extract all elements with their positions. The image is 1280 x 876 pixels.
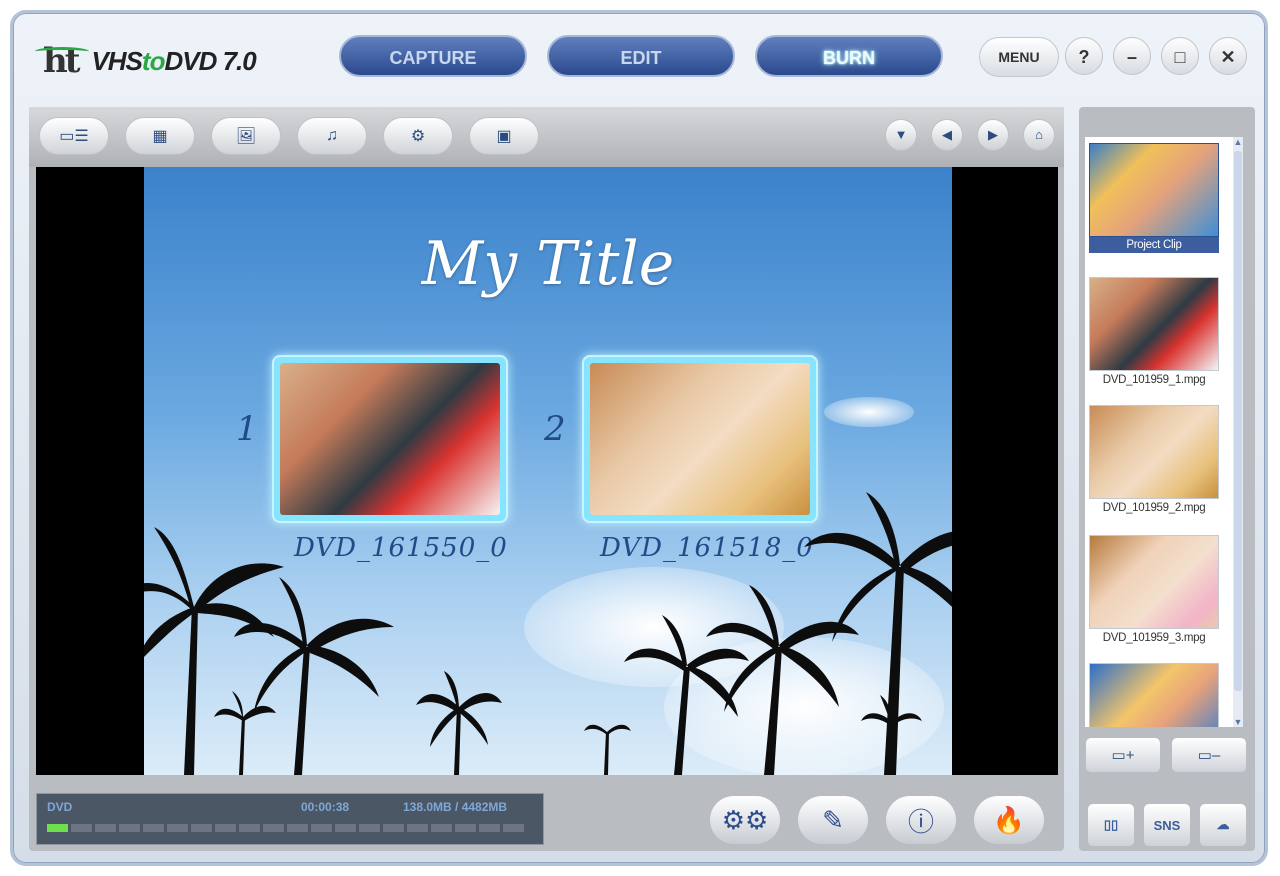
disc-usage: 138.0MB / 4482MB: [403, 800, 508, 814]
usage-segment: [311, 824, 332, 832]
logo-mark: ht: [34, 41, 90, 81]
usage-segment: [119, 824, 140, 832]
music-button[interactable]: ♫: [297, 117, 367, 155]
dvd-menu-preview[interactable]: My Title 1 DVD_161550_0 2 DVD_161518_0: [36, 167, 1058, 775]
scroll-down-icon[interactable]: ▼: [1233, 717, 1243, 727]
clip-name: DVD_101959_3.mpg: [1102, 632, 1206, 644]
menu-structure-button[interactable]: ▭☰: [39, 117, 109, 155]
usage-segment: [47, 824, 68, 832]
remove-clip-button[interactable]: ▭–: [1171, 737, 1247, 773]
disc-usage-meter: [47, 824, 524, 832]
usage-segment: [71, 824, 92, 832]
menu-layout-icon: ▦: [152, 128, 168, 145]
clip-item[interactable]: [1089, 663, 1219, 727]
usage-segment: [503, 824, 524, 832]
usage-segment: [287, 824, 308, 832]
menu-title[interactable]: My Title: [144, 229, 952, 299]
usage-segment: [479, 824, 500, 832]
sns-share-button[interactable]: SNS: [1143, 803, 1191, 847]
cloud-upload-button[interactable]: ☁: [1199, 803, 1247, 847]
cloud: [824, 397, 914, 427]
scroll-thumb[interactable]: [1234, 151, 1242, 691]
menu-layout-button[interactable]: ▦: [125, 117, 195, 155]
clip-name: DVD_101959_2.mpg: [1102, 502, 1206, 514]
preview-button[interactable]: ▣: [469, 117, 539, 155]
usage-segment: [335, 824, 356, 832]
main-panel: ▭☰ ▦ 🖼 ♫ ⚙ ▣ ▼ ◀ ▶ ⌂ My Title 1 DVD_1615…: [29, 107, 1064, 851]
usage-segment: [191, 824, 212, 832]
clip-item[interactable]: DVD_101959_1.mpg: [1089, 277, 1219, 386]
clip-thumbnail: [1089, 277, 1219, 371]
preview-icon: ▣: [496, 128, 512, 145]
disc-info-button[interactable]: ⓘ: [885, 795, 957, 845]
usage-segment: [383, 824, 404, 832]
app-window: ht VHStoDVD 7.0 CAPTURE EDIT BURN MENU ?…: [10, 10, 1268, 866]
usage-segment: [359, 824, 380, 832]
clip-item[interactable]: DVD_101959_2.mpg: [1089, 405, 1219, 514]
music-icon: ♫: [326, 127, 338, 144]
clip-thumbnail: [1089, 405, 1219, 499]
clip-name: Project Clip: [1089, 237, 1219, 253]
background-image-button[interactable]: 🖼: [211, 117, 281, 155]
nav-next-button[interactable]: ▶: [977, 119, 1009, 151]
usage-segment: [95, 824, 116, 832]
nav-down-button[interactable]: ▼: [885, 119, 917, 151]
nav-home-button[interactable]: ⌂: [1023, 119, 1055, 151]
edit-tab[interactable]: EDIT: [547, 35, 735, 77]
nav-prev-button[interactable]: ◀: [931, 119, 963, 151]
palm-trees-decoration: [144, 492, 952, 775]
sns-icon: SNS: [1153, 817, 1181, 833]
clip-item[interactable]: Project Clip: [1089, 143, 1219, 253]
app-logo: ht VHStoDVD 7.0: [34, 41, 257, 81]
clip-list-scrollbar[interactable]: ▲ ▼: [1233, 137, 1243, 727]
usage-segment: [431, 824, 452, 832]
menu-button[interactable]: MENU: [979, 37, 1059, 77]
chapter-number: 2: [544, 409, 566, 449]
close-button[interactable]: ✕: [1209, 37, 1247, 75]
menu-toolbar: ▭☰ ▦ 🖼 ♫ ⚙ ▣ ▼ ◀ ▶ ⌂: [29, 107, 1064, 167]
flame-icon: 🔥: [992, 804, 1026, 835]
menu-settings-button[interactable]: ⚙: [383, 117, 453, 155]
background-image-icon: 🖼: [235, 128, 257, 145]
menu-settings-icon: ⚙: [410, 128, 426, 145]
usage-segment: [455, 824, 476, 832]
maximize-button[interactable]: □: [1161, 37, 1199, 75]
usage-segment: [143, 824, 164, 832]
clip-name: DVD_101959_1.mpg: [1102, 374, 1206, 386]
disc-info-icon: ⓘ: [907, 806, 934, 837]
burn-button[interactable]: 🔥: [973, 795, 1045, 845]
add-clip-button[interactable]: ▭+: [1085, 737, 1161, 773]
clip-panel: Project Clip DVD_101959_1.mpg DVD_101959…: [1079, 107, 1255, 851]
clip-list: Project Clip DVD_101959_1.mpg DVD_101959…: [1085, 137, 1243, 727]
settings-button[interactable]: ⚙⚙: [709, 795, 781, 845]
usage-segment: [407, 824, 428, 832]
menu-structure-icon: ▭☰: [59, 128, 89, 145]
disc-pen-icon: ✎: [822, 804, 844, 835]
device-icon: ▯▯: [1103, 817, 1119, 832]
clip-thumbnail: [1089, 663, 1219, 727]
usage-segment: [263, 824, 284, 832]
disc-status-bar: DVD 00:00:38 138.0MB / 4482MB: [36, 793, 544, 845]
help-button[interactable]: ?: [1065, 37, 1103, 75]
save-disc-image-button[interactable]: ✎: [797, 795, 869, 845]
usage-segment: [239, 824, 260, 832]
gear-icon: ⚙⚙: [721, 804, 769, 835]
cloud-icon: ☁: [1216, 817, 1230, 832]
logo-brand: VHStoDVD 7.0: [91, 45, 256, 76]
disc-type: DVD: [47, 800, 73, 814]
burn-tab[interactable]: BURN: [755, 35, 943, 77]
capture-tab[interactable]: CAPTURE: [339, 35, 527, 77]
clip-item[interactable]: DVD_101959_3.mpg: [1089, 535, 1219, 644]
minimize-button[interactable]: –: [1113, 37, 1151, 75]
usage-segment: [215, 824, 236, 832]
menu-background: My Title 1 DVD_161550_0 2 DVD_161518_0: [144, 167, 952, 775]
title-bar: ht VHStoDVD 7.0 CAPTURE EDIT BURN MENU ?…: [13, 13, 1265, 103]
clip-thumbnail: [1089, 535, 1219, 629]
clip-thumbnail: [1089, 143, 1219, 237]
usage-segment: [167, 824, 188, 832]
device-export-button[interactable]: ▯▯: [1087, 803, 1135, 847]
scroll-up-icon[interactable]: ▲: [1233, 137, 1243, 147]
duration: 00:00:38: [301, 800, 350, 814]
chapter-number: 1: [236, 409, 258, 449]
